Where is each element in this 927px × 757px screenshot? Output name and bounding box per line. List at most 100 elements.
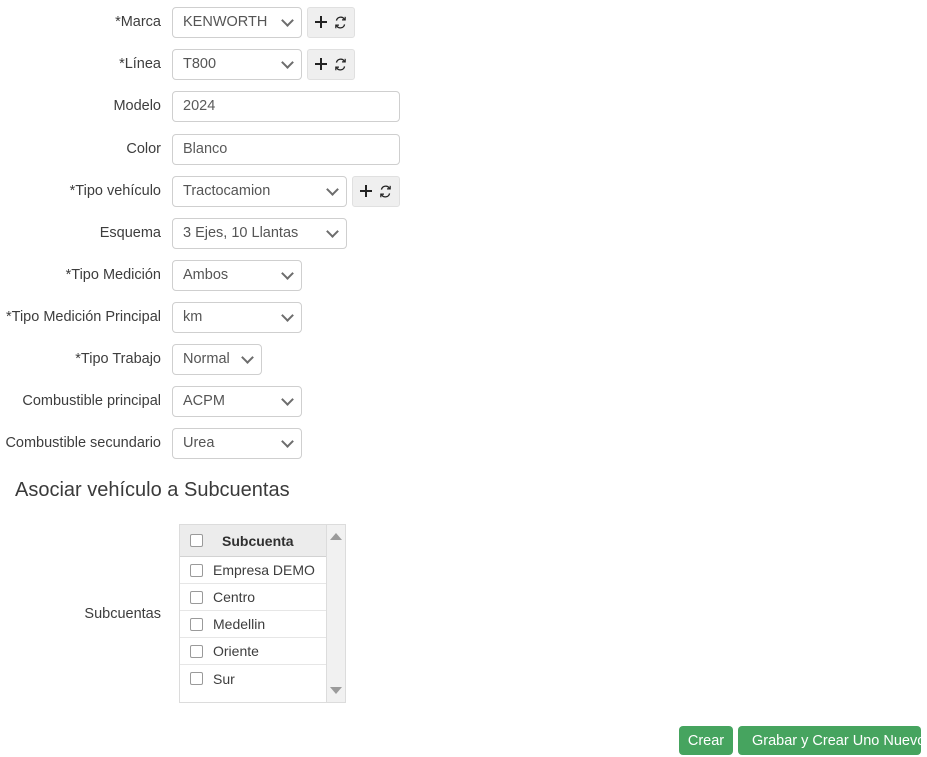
row-checkbox[interactable] — [190, 564, 203, 577]
chevron-down-icon — [281, 435, 294, 448]
table-row[interactable]: Sur — [180, 665, 326, 692]
field-label: Combustible secundario — [0, 434, 172, 452]
select-tipo-medición[interactable]: Ambos — [172, 260, 302, 291]
table-row[interactable]: Empresa DEMO — [180, 557, 326, 584]
field-control: Urea — [172, 428, 302, 459]
field-control — [172, 91, 400, 122]
subcuenta-name: Centro — [213, 589, 255, 605]
field-label: *Tipo Medición — [0, 266, 172, 284]
section-heading-subcuentas: Asociar vehículo a Subcuentas — [15, 479, 290, 502]
subcuentas-field-label: Subcuentas — [0, 606, 172, 622]
form-row: Combustible secundario Urea — [0, 427, 927, 459]
field-label: *Línea — [0, 55, 172, 73]
add-refresh-buttons[interactable] — [307, 7, 355, 38]
field-control — [172, 134, 400, 165]
plus-icon[interactable] — [360, 185, 372, 197]
form-row: Color — [0, 133, 927, 165]
refresh-icon[interactable] — [379, 185, 392, 198]
select-value: T800 — [183, 56, 216, 72]
triangle-up-icon[interactable] — [330, 533, 342, 540]
plus-icon[interactable] — [315, 16, 327, 28]
select-value: 3 Ejes, 10 Llantas — [183, 225, 298, 241]
select-value: Ambos — [183, 267, 228, 283]
form-row: *Marca KENWORTH — [0, 6, 927, 38]
subcuenta-name: Medellin — [213, 616, 265, 632]
form-row: Modelo — [0, 90, 927, 122]
add-refresh-buttons[interactable] — [352, 176, 400, 207]
subcuenta-name: Sur — [213, 671, 235, 687]
field-control: km — [172, 302, 302, 333]
chevron-down-icon — [326, 183, 339, 196]
form-row: Esquema 3 Ejes, 10 Llantas — [0, 217, 927, 249]
form-row: Combustible principal ACPM — [0, 385, 927, 417]
row-checkbox[interactable] — [190, 591, 203, 604]
subcuentas-grid: Subcuenta Empresa DEMO Centro Medellin Orie… — [179, 524, 346, 703]
subcuenta-name: Oriente — [213, 643, 259, 659]
select-value: Normal — [183, 351, 230, 367]
field-label: Esquema — [0, 224, 172, 242]
field-control: KENWORTH — [172, 7, 355, 38]
form-row: *Tipo Medición Ambos — [0, 259, 927, 291]
form-row: *Línea T800 — [0, 48, 927, 80]
select-tipo-trabajo[interactable]: Normal — [172, 344, 262, 375]
form-row: *Tipo Trabajo Normal — [0, 343, 927, 375]
chevron-down-icon — [281, 309, 294, 322]
field-label: *Tipo Trabajo — [0, 350, 172, 368]
subcuentas-grid-header: Subcuenta — [180, 525, 326, 557]
field-label: Combustible principal — [0, 392, 172, 410]
triangle-down-icon[interactable] — [330, 687, 342, 694]
select-marca[interactable]: KENWORTH — [172, 7, 302, 38]
add-refresh-buttons[interactable] — [307, 49, 355, 80]
refresh-icon[interactable] — [334, 16, 347, 29]
select-all-checkbox[interactable] — [190, 534, 203, 547]
table-row[interactable]: Oriente — [180, 638, 326, 665]
refresh-icon[interactable] — [334, 58, 347, 71]
form-row: *Tipo vehículo Tractocamion — [0, 175, 927, 207]
create-button[interactable]: Crear — [679, 726, 733, 755]
chevron-down-icon — [241, 351, 254, 364]
table-row[interactable]: Centro — [180, 584, 326, 611]
field-control: Ambos — [172, 260, 302, 291]
row-checkbox[interactable] — [190, 618, 203, 631]
input-color[interactable] — [172, 134, 400, 165]
select-value: ACPM — [183, 393, 225, 409]
field-control: T800 — [172, 49, 355, 80]
select-value: KENWORTH — [183, 14, 267, 30]
field-label: Modelo — [0, 97, 172, 115]
vehicle-form-page: *Marca KENWORTH *Línea T800 Modelo Color *Tipo… — [0, 0, 927, 757]
plus-icon[interactable] — [315, 58, 327, 70]
field-control: 3 Ejes, 10 Llantas — [172, 218, 347, 249]
subcuentas-scrollbar[interactable] — [326, 525, 345, 702]
save-and-create-new-button[interactable]: Grabar y Crear Uno Nuevo — [738, 726, 921, 755]
select-línea[interactable]: T800 — [172, 49, 302, 80]
field-label: *Marca — [0, 13, 172, 31]
select-value: Urea — [183, 435, 214, 451]
select-value: km — [183, 309, 202, 325]
field-control: Tractocamion — [172, 176, 400, 207]
chevron-down-icon — [281, 267, 294, 280]
row-checkbox[interactable] — [190, 645, 203, 658]
chevron-down-icon — [281, 56, 294, 69]
field-label: *Tipo vehículo — [0, 182, 172, 200]
field-control: ACPM — [172, 386, 302, 417]
field-label: Color — [0, 140, 172, 158]
input-modelo[interactable] — [172, 91, 400, 122]
subcuentas-rows: Empresa DEMO Centro Medellin Oriente Sur — [180, 557, 326, 692]
field-control: Normal — [172, 344, 262, 375]
select-esquema[interactable]: 3 Ejes, 10 Llantas — [172, 218, 347, 249]
form-row: *Tipo Medición Principal km — [0, 301, 927, 333]
column-header-subcuenta: Subcuenta — [222, 533, 294, 549]
field-label: *Tipo Medición Principal — [0, 308, 172, 326]
select-value: Tractocamion — [183, 183, 270, 199]
chevron-down-icon — [326, 225, 339, 238]
select-combustible-secundario[interactable]: Urea — [172, 428, 302, 459]
select-tipo-medición-principal[interactable]: km — [172, 302, 302, 333]
chevron-down-icon — [281, 14, 294, 27]
chevron-down-icon — [281, 393, 294, 406]
select-tipo-vehículo[interactable]: Tractocamion — [172, 176, 347, 207]
row-checkbox[interactable] — [190, 672, 203, 685]
subcuentas-grid-body: Subcuenta Empresa DEMO Centro Medellin Orie… — [180, 525, 326, 702]
subcuenta-name: Empresa DEMO — [213, 562, 315, 578]
select-combustible-principal[interactable]: ACPM — [172, 386, 302, 417]
table-row[interactable]: Medellin — [180, 611, 326, 638]
